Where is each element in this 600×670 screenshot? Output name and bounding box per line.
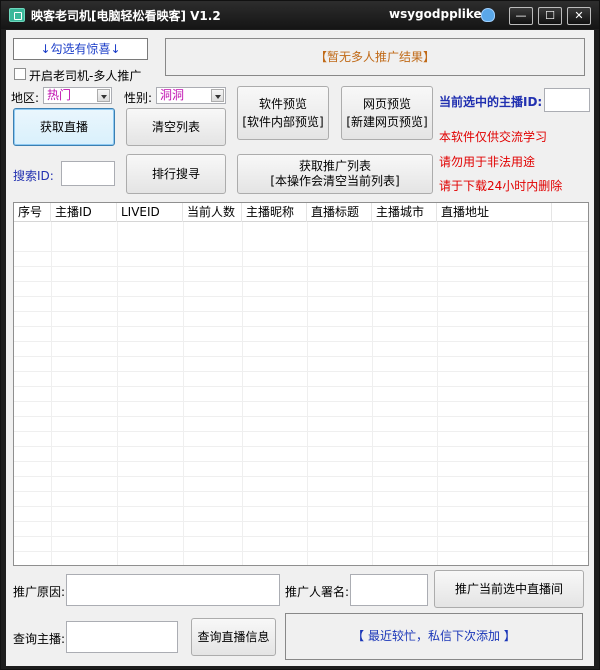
column-header-city[interactable]: 主播城市 xyxy=(372,203,437,222)
window-title: 映客老司机[电脑轻松看映客] V1.2 xyxy=(31,9,221,23)
username: wsygodpplike xyxy=(389,7,482,21)
grid-row-line xyxy=(14,342,588,357)
promote-current-button[interactable]: 推广当前选中直播间 xyxy=(434,570,584,608)
grid-row-line xyxy=(14,537,588,552)
column-header-viewers[interactable]: 当前人数 xyxy=(183,203,242,222)
query-anchor-label: 查询主播: xyxy=(13,632,66,646)
column-header-index[interactable]: 序号 xyxy=(14,203,51,222)
grid-row-line xyxy=(14,552,588,565)
status-message: 【 最近较忙，私信下次添加 】 xyxy=(285,613,583,660)
software-preview-sublabel: [软件内部预览] xyxy=(242,115,324,129)
maximize-button[interactable]: ☐ xyxy=(538,7,562,25)
get-live-button[interactable]: 获取直播 xyxy=(13,108,115,146)
get-promo-list-button[interactable]: 获取推广列表 [本操作会清空当前列表] xyxy=(237,154,433,194)
app-window: 映客老司机[电脑轻松看映客] V1.2 wsygodpplike — ☐ ✕ ↓… xyxy=(0,0,600,670)
grid-row-line xyxy=(14,462,588,477)
grid-row-line xyxy=(14,297,588,312)
notice-3: 请于下载24小时内删除 xyxy=(439,179,563,193)
web-preview-button[interactable]: 网页预览 [新建网页预览] xyxy=(341,86,433,140)
grid-row-line xyxy=(14,357,588,372)
notice-2: 请勿用于非法用途 xyxy=(439,155,536,169)
column-header-live-title[interactable]: 直播标题 xyxy=(307,203,372,222)
grid-row-line xyxy=(14,327,588,342)
selected-anchor-field[interactable] xyxy=(544,88,590,112)
minimize-button[interactable]: — xyxy=(509,7,533,25)
chevron-down-icon xyxy=(211,89,224,102)
column-header-nickname[interactable]: 主播昵称 xyxy=(242,203,307,222)
clear-list-label: 清空列表 xyxy=(151,120,200,134)
surprise-button[interactable]: ↓勾选有惊喜↓ xyxy=(13,38,148,60)
software-preview-label: 软件预览 xyxy=(258,97,307,111)
grid-row-line xyxy=(14,432,588,447)
chevron-down-icon xyxy=(97,89,110,102)
query-live-info-button[interactable]: 查询直播信息 xyxy=(191,618,276,656)
app-icon xyxy=(9,8,25,22)
grid-row-line xyxy=(14,252,588,267)
grid-row-line xyxy=(14,447,588,462)
search-label: 搜索ID: xyxy=(13,169,54,183)
grid-row-line xyxy=(14,477,588,492)
get-promo-list-label: 获取推广列表 xyxy=(298,159,371,173)
user-icon xyxy=(481,8,495,22)
multi-promo-checkbox[interactable] xyxy=(14,68,26,80)
grid-row-line xyxy=(14,417,588,432)
notice-1: 本软件仅供交流学习 xyxy=(439,130,548,144)
rank-search-label: 排行搜寻 xyxy=(151,167,200,181)
gender-select[interactable]: 洞洞 xyxy=(156,87,226,104)
grid-row-line xyxy=(14,282,588,297)
gender-label: 性别: xyxy=(124,91,153,105)
multi-promo-label: 开启老司机-多人推广 xyxy=(29,69,142,83)
query-anchor-input[interactable] xyxy=(66,621,178,653)
grid-row-line xyxy=(14,312,588,327)
grid-row-line xyxy=(14,372,588,387)
live-list-table[interactable]: 序号 主播ID LIVEID 当前人数 主播昵称 直播标题 主播城市 直播地址 xyxy=(13,202,589,566)
search-input[interactable] xyxy=(61,161,115,186)
grid-row-line xyxy=(14,492,588,507)
get-promo-list-sublabel: [本操作会清空当前列表] xyxy=(270,174,400,188)
rank-search-button[interactable]: 排行搜寻 xyxy=(126,154,226,194)
column-header-live-url[interactable]: 直播地址 xyxy=(437,203,552,222)
grid-row-line xyxy=(14,387,588,402)
grid-row-line xyxy=(14,522,588,537)
region-select[interactable]: 热门 xyxy=(43,87,112,104)
region-select-value: 热门 xyxy=(47,88,72,102)
query-live-info-label: 查询直播信息 xyxy=(197,630,270,644)
close-button[interactable]: ✕ xyxy=(567,7,591,25)
column-header-live-id[interactable]: LIVEID xyxy=(117,203,183,222)
clear-list-button[interactable]: 清空列表 xyxy=(126,108,226,146)
grid-row-line xyxy=(14,267,588,282)
signer-input[interactable] xyxy=(350,574,428,606)
table-header: 序号 主播ID LIVEID 当前人数 主播昵称 直播标题 主播城市 直播地址 xyxy=(14,203,588,222)
promote-current-label: 推广当前选中直播间 xyxy=(454,582,563,596)
grid-row-line xyxy=(14,402,588,417)
software-preview-button[interactable]: 软件预览 [软件内部预览] xyxy=(237,86,329,140)
grid-row-line xyxy=(14,237,588,252)
promo-result-box: 【暂无多人推广结果】 xyxy=(165,38,585,76)
grid-row-line xyxy=(14,507,588,522)
reason-label: 推广原因: xyxy=(13,585,66,599)
reason-input[interactable] xyxy=(66,574,280,606)
web-preview-sublabel: [新建网页预览] xyxy=(346,115,428,129)
main-panel: ↓勾选有惊喜↓ 开启老司机-多人推广 【暂无多人推广结果】 地区: 热门 性别:… xyxy=(6,30,594,666)
region-label: 地区: xyxy=(11,91,40,105)
signer-label: 推广人署名: xyxy=(285,585,350,599)
column-header-anchor-id[interactable]: 主播ID xyxy=(51,203,117,222)
gender-select-value: 洞洞 xyxy=(160,88,185,102)
selected-anchor-label: 当前选中的主播ID: xyxy=(439,95,543,109)
web-preview-label: 网页预览 xyxy=(362,97,411,111)
get-live-label: 获取直播 xyxy=(39,120,88,134)
title-bar[interactable]: 映客老司机[电脑轻松看映客] V1.2 wsygodpplike — ☐ ✕ xyxy=(1,1,599,29)
